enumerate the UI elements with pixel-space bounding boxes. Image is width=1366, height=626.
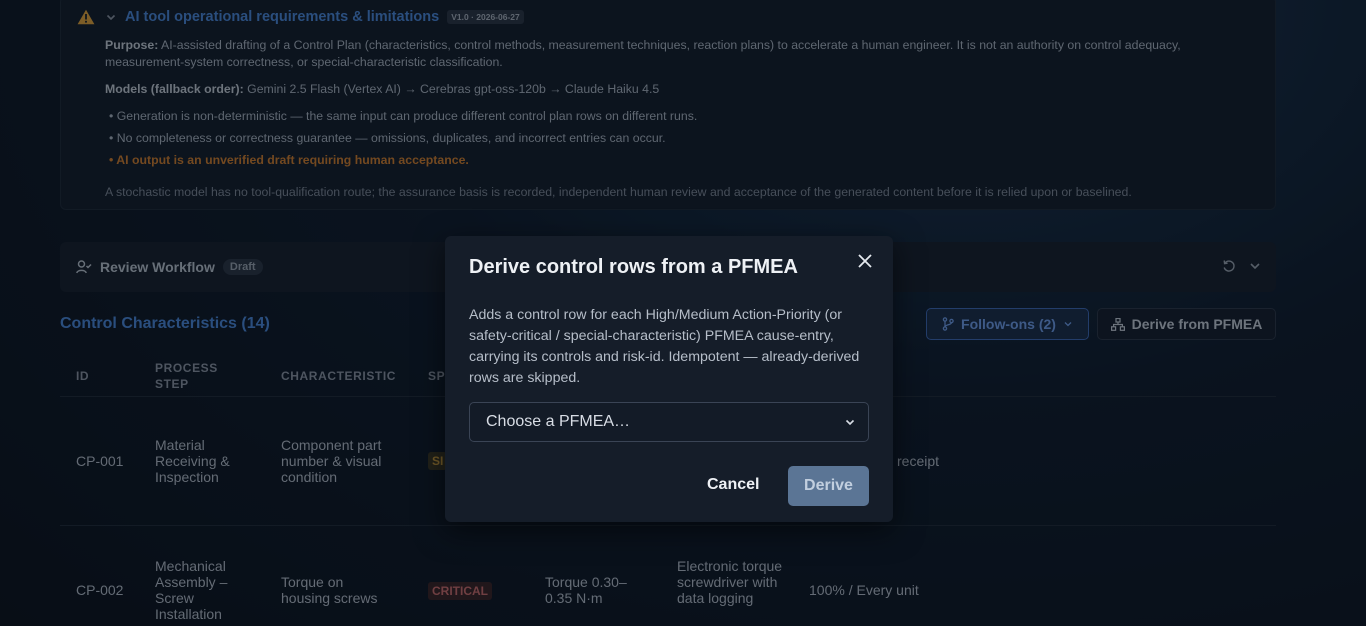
close-icon[interactable] [855,251,875,271]
dialog-description: Adds a control row for each High/Medium … [469,307,860,386]
derive-button[interactable]: Derive [788,466,869,506]
chevron-down-icon [845,419,855,426]
cancel-button[interactable]: Cancel [707,476,759,494]
page: AI tool operational requirements & limit… [0,0,1366,626]
dialog-title: Derive control rows from a PFMEA [469,256,798,278]
derive-pfmea-dialog: Derive control rows from a PFMEA Adds a … [445,236,893,522]
pfmea-select[interactable]: Choose a PFMEA… [469,402,869,442]
pfmea-select-value: Choose a PFMEA… [486,413,631,430]
